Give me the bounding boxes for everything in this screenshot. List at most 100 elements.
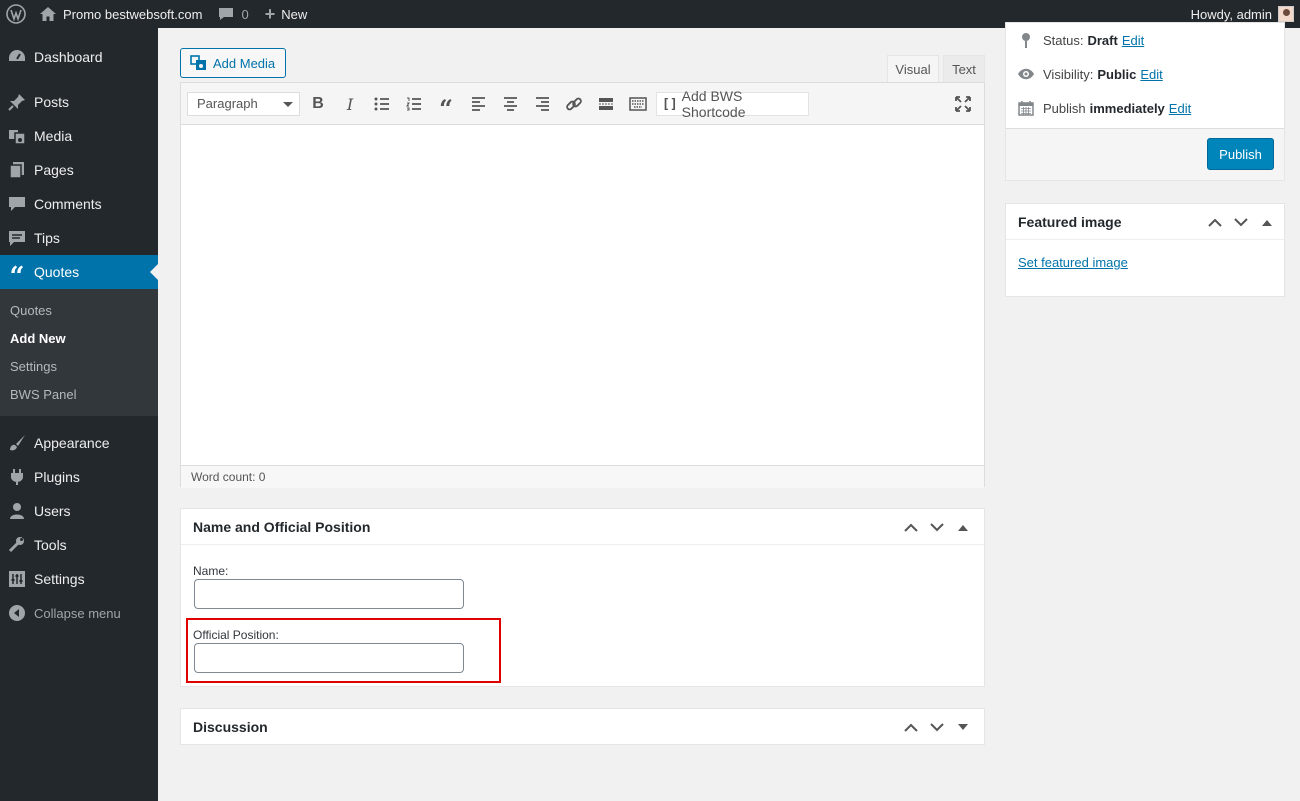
quote-icon: “ bbox=[9, 262, 25, 292]
status-value: Draft bbox=[1087, 32, 1118, 48]
move-down-icon[interactable] bbox=[924, 709, 950, 745]
add-media-button[interactable]: Add Media bbox=[180, 48, 286, 78]
collapse-menu-button[interactable]: Collapse menu bbox=[0, 596, 158, 630]
sidebar-item-label: Media bbox=[34, 128, 73, 144]
comments-link[interactable]: 0 bbox=[210, 0, 256, 28]
read-more-icon[interactable] bbox=[594, 92, 618, 116]
sidebar-item-label: Dashboard bbox=[34, 49, 103, 65]
sidebar-item-label: Quotes bbox=[34, 264, 80, 280]
add-media-label: Add Media bbox=[213, 55, 276, 71]
collapse-toggle-icon[interactable] bbox=[950, 509, 976, 545]
status-row: Status: Draft Edit bbox=[1017, 31, 1144, 49]
status-edit-link[interactable]: Edit bbox=[1122, 33, 1144, 48]
chevron-down-icon bbox=[283, 102, 293, 107]
bullet-list-icon[interactable] bbox=[370, 92, 394, 116]
discussion-metabox: Discussion bbox=[180, 708, 985, 745]
move-down-icon[interactable] bbox=[924, 509, 950, 545]
wordpress-logo-icon[interactable] bbox=[0, 0, 32, 28]
submenu-item-add-new[interactable]: Add New bbox=[0, 324, 158, 352]
sidebar-item-label: Users bbox=[34, 503, 71, 519]
sidebar-item-tools[interactable]: Tools bbox=[0, 528, 158, 562]
editor-content-area[interactable] bbox=[181, 125, 984, 465]
sidebar-item-comments[interactable]: Comments bbox=[0, 187, 158, 221]
sidebar-item-label: Settings bbox=[34, 571, 85, 587]
sidebar-item-label: Tips bbox=[34, 230, 60, 246]
settings-icon bbox=[7, 569, 27, 589]
sidebar-item-tips[interactable]: Tips bbox=[0, 221, 158, 255]
sidebar-item-label: Tools bbox=[34, 537, 67, 553]
toolbar-toggle-icon[interactable] bbox=[626, 92, 650, 116]
submenu-item-quotes[interactable]: Quotes bbox=[0, 296, 158, 324]
metabox-title: Name and Official Position bbox=[193, 518, 371, 535]
numbered-list-icon[interactable] bbox=[402, 92, 426, 116]
home-icon bbox=[40, 7, 56, 21]
move-down-icon[interactable] bbox=[1228, 204, 1254, 240]
site-name-link[interactable]: Promo bestwebsoft.com bbox=[32, 0, 210, 28]
shortcode-label: Add BWS Shortcode bbox=[681, 88, 746, 120]
sidebar-item-posts[interactable]: Posts bbox=[0, 85, 158, 119]
submenu-item-bws-panel[interactable]: BWS Panel bbox=[0, 380, 158, 408]
metabox-title: Featured image bbox=[1018, 213, 1122, 230]
blockquote-icon[interactable]: “ bbox=[434, 92, 458, 123]
move-up-icon[interactable] bbox=[898, 509, 924, 545]
howdy-text: Howdy, admin bbox=[1190, 6, 1272, 22]
comment-icon bbox=[7, 194, 27, 214]
align-right-icon[interactable] bbox=[530, 92, 554, 116]
format-select[interactable]: Paragraph bbox=[187, 92, 300, 116]
sidebar-item-plugins[interactable]: Plugins bbox=[0, 460, 158, 494]
shortcode-icon: [] bbox=[662, 96, 678, 112]
metabox-header[interactable]: Name and Official Position bbox=[181, 509, 984, 545]
pin-icon bbox=[1017, 31, 1035, 49]
publish-value: immediately bbox=[1089, 100, 1165, 116]
sidebar-item-users[interactable]: Users bbox=[0, 494, 158, 528]
sidebar-item-label: Pages bbox=[34, 162, 74, 178]
visibility-label: Visibility: bbox=[1043, 66, 1094, 82]
avatar bbox=[1278, 6, 1294, 22]
metabox-header[interactable]: Discussion bbox=[181, 709, 984, 745]
dashboard-icon bbox=[7, 47, 27, 67]
sidebar-item-media[interactable]: Media bbox=[0, 119, 158, 153]
sidebar-item-label: Posts bbox=[34, 94, 70, 110]
comment-icon bbox=[218, 7, 234, 21]
publish-button[interactable]: Publish bbox=[1207, 138, 1274, 170]
add-bws-shortcode-button[interactable]: [] Add BWS Shortcode bbox=[656, 88, 809, 120]
sidebar-item-settings[interactable]: Settings bbox=[0, 562, 158, 596]
comments-count: 0 bbox=[241, 6, 249, 22]
align-center-icon[interactable] bbox=[498, 92, 522, 116]
new-content-link[interactable]: + New bbox=[257, 0, 316, 28]
align-left-icon[interactable] bbox=[466, 92, 490, 116]
status-label: Status: bbox=[1043, 32, 1084, 48]
fullscreen-icon[interactable] bbox=[951, 92, 975, 116]
metabox-header[interactable]: Featured image bbox=[1006, 204, 1284, 240]
tab-visual[interactable]: Visual bbox=[887, 55, 939, 83]
name-field[interactable] bbox=[194, 579, 464, 609]
sidebar-item-dashboard[interactable]: Dashboard bbox=[0, 40, 158, 74]
visibility-edit-link[interactable]: Edit bbox=[1140, 67, 1162, 82]
visibility-value: Public bbox=[1097, 66, 1137, 82]
eye-icon bbox=[1017, 65, 1035, 83]
set-featured-image-link[interactable]: Set featured image bbox=[1018, 255, 1128, 270]
content-editor: Paragraph B I “ [] Add BWS Shortcode Wor… bbox=[180, 82, 985, 488]
bold-button[interactable]: B bbox=[306, 92, 330, 116]
move-up-icon[interactable] bbox=[1202, 204, 1228, 240]
pin-icon bbox=[7, 92, 27, 112]
sidebar-item-label: Appearance bbox=[34, 435, 110, 451]
media-icon bbox=[190, 55, 207, 71]
sidebar-item-appearance[interactable]: Appearance bbox=[0, 426, 158, 460]
expand-toggle-icon[interactable] bbox=[950, 709, 976, 745]
publish-edit-link[interactable]: Edit bbox=[1169, 101, 1191, 116]
word-count: Word count: 0 bbox=[181, 465, 984, 488]
move-up-icon[interactable] bbox=[898, 709, 924, 745]
sidebar-item-quotes[interactable]: “ Quotes bbox=[0, 255, 158, 292]
sidebar-item-label: Comments bbox=[34, 196, 102, 212]
name-label: Name: bbox=[193, 564, 229, 578]
link-icon[interactable] bbox=[562, 92, 586, 116]
highlight-box bbox=[186, 618, 501, 683]
editor-toolbar: Paragraph B I “ [] Add BWS Shortcode bbox=[181, 83, 984, 125]
collapse-toggle-icon[interactable] bbox=[1254, 204, 1280, 240]
italic-button[interactable]: I bbox=[338, 92, 362, 116]
sidebar-item-pages[interactable]: Pages bbox=[0, 153, 158, 187]
admin-sidebar: Dashboard Posts Media Pages Comments Tip… bbox=[0, 28, 158, 801]
tab-text[interactable]: Text bbox=[943, 55, 985, 83]
submenu-item-settings[interactable]: Settings bbox=[0, 352, 158, 380]
